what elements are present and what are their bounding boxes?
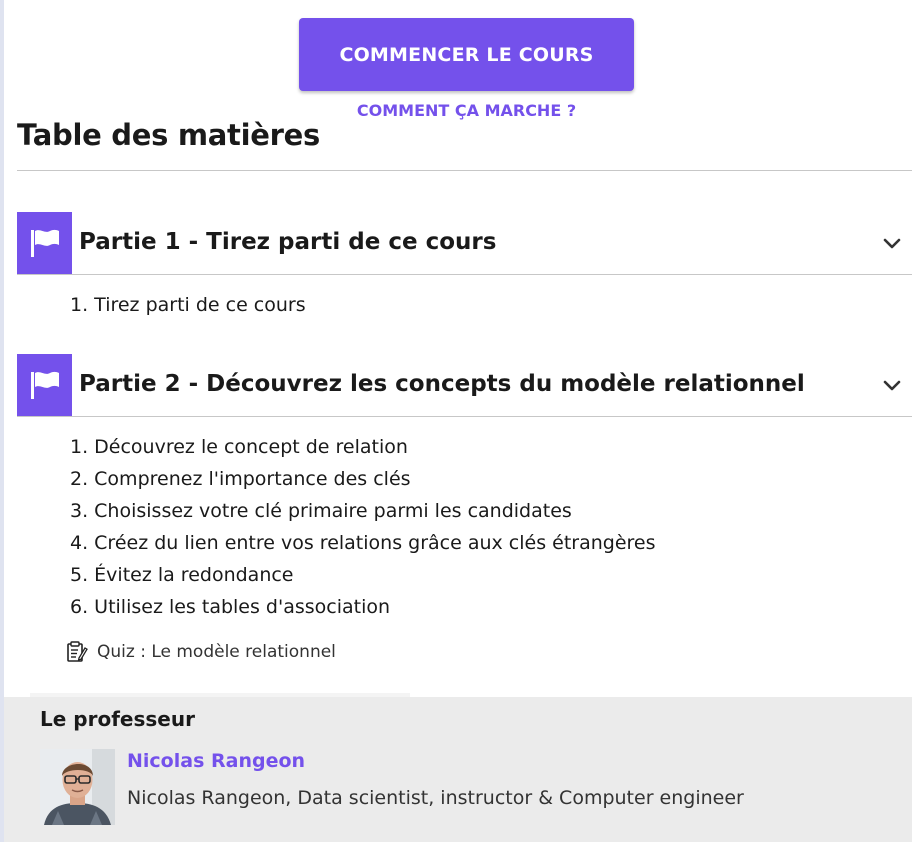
chapter-link[interactable]: 6. Utilisez les tables d'association xyxy=(70,591,656,623)
chapter-link[interactable]: 1. Découvrez le concept de relation xyxy=(70,431,656,463)
how-it-works-link[interactable]: COMMENT ÇA MARCHE ? xyxy=(299,101,634,120)
part-2-divider xyxy=(17,416,912,417)
chapter-link[interactable]: 1. Tirez parti de ce cours xyxy=(70,289,306,321)
part-2-title: Partie 2 - Découvrez les concepts du mod… xyxy=(79,371,805,397)
chapter-link[interactable]: 2. Comprenez l'importance des clés xyxy=(70,463,656,495)
chevron-down-icon[interactable] xyxy=(882,234,902,254)
quiz-memo-icon xyxy=(67,641,88,662)
teacher-section-title: Le professeur xyxy=(40,707,195,731)
part-1-header[interactable]: Partie 1 - Tirez parti de ce cours xyxy=(17,212,912,275)
start-course-button[interactable]: COMMENCER LE COURS xyxy=(299,18,634,91)
quiz-label: Quiz : Le modèle relationnel xyxy=(97,642,336,662)
flag-icon xyxy=(17,354,72,416)
teacher-name-link[interactable]: Nicolas Rangeon xyxy=(127,750,305,772)
chapter-link[interactable]: 3. Choisissez votre clé primaire parmi l… xyxy=(70,495,656,527)
teacher-bio: Nicolas Rangeon, Data scientist, instruc… xyxy=(127,787,744,809)
part-2-header[interactable]: Partie 2 - Découvrez les concepts du mod… xyxy=(17,354,912,417)
chevron-down-icon[interactable] xyxy=(882,376,902,396)
teacher-panel: Le professeur Nicolas Rangeon Nicolas Ra… xyxy=(4,697,912,842)
course-page: COMMENCER LE COURS COMMENT ÇA MARCHE ? T… xyxy=(0,0,912,842)
chapter-link[interactable]: 5. Évitez la redondance xyxy=(70,559,656,591)
part-1-title: Partie 1 - Tirez parti de ce cours xyxy=(79,229,497,255)
toc-divider xyxy=(17,170,912,171)
part-2-chapter-list: 1. Découvrez le concept de relation 2. C… xyxy=(70,431,656,623)
table-of-contents-title: Table des matières xyxy=(17,118,320,152)
part-1-divider xyxy=(17,274,912,275)
part-1-chapter-list: 1. Tirez parti de ce cours xyxy=(70,289,306,321)
avatar[interactable] xyxy=(40,749,115,825)
flag-icon xyxy=(17,212,72,274)
quiz-link[interactable]: Quiz : Le modèle relationnel xyxy=(66,640,336,664)
chapter-link[interactable]: 4. Créez du lien entre vos relations grâ… xyxy=(70,527,656,559)
